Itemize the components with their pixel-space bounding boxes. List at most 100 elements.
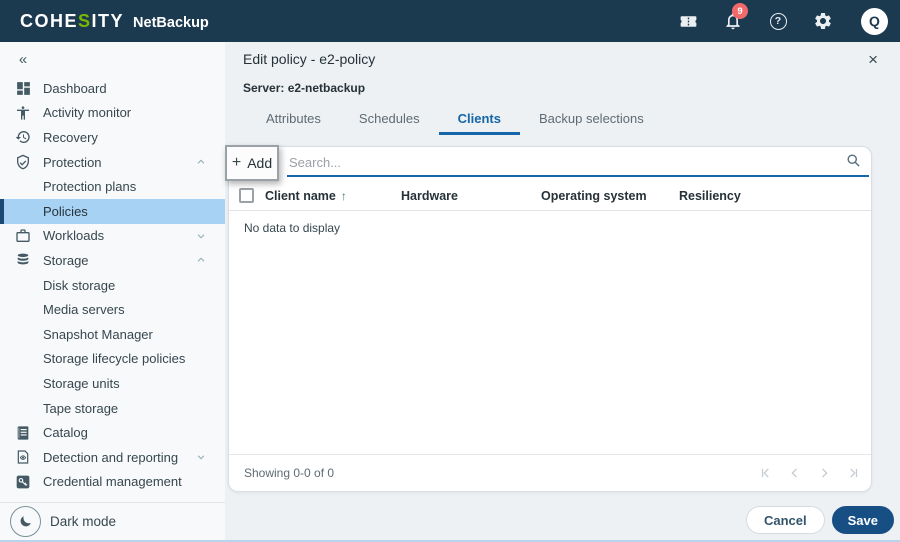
- activity-monitor-icon: [14, 104, 32, 122]
- sidebar-item-label: Snapshot Manager: [43, 326, 153, 342]
- column-operating-system[interactable]: Operating system: [541, 189, 679, 203]
- sidebar-item-snapshot-manager[interactable]: Snapshot Manager: [0, 322, 225, 347]
- license-ticket-icon[interactable]: [677, 10, 699, 32]
- search-input[interactable]: [287, 150, 869, 177]
- row-count-label: Showing 0-0 of 0: [244, 466, 335, 480]
- brand-green-s: S: [78, 10, 92, 31]
- select-all-cell: [229, 188, 265, 203]
- sidebar-item-label: Storage: [43, 252, 89, 268]
- tab-attributes[interactable]: Attributes: [247, 104, 340, 135]
- sidebar-item-label: Workloads: [43, 228, 105, 244]
- sidebar-item-label: Detection and reporting: [43, 449, 179, 465]
- pagination-controls: [758, 465, 861, 481]
- protection-shield-icon: [14, 153, 32, 171]
- sidebar-item-tape-storage[interactable]: Tape storage: [0, 396, 225, 421]
- sidebar-item-protection-plans[interactable]: Protection plans: [0, 174, 225, 199]
- sidebar-item-label: Credential management: [43, 474, 182, 490]
- user-avatar[interactable]: Q: [861, 7, 888, 35]
- top-bar: COHESITY NetBackup 9 ? Q: [0, 0, 900, 42]
- page-title: Edit policy - e2-policy: [243, 51, 376, 67]
- column-hardware[interactable]: Hardware: [401, 189, 541, 203]
- sidebar-item-label: Media servers: [43, 302, 125, 318]
- sidebar-item-workloads[interactable]: Workloads: [0, 224, 225, 249]
- moon-icon: [10, 506, 41, 537]
- sidebar-item-disk-storage[interactable]: Disk storage: [0, 273, 225, 298]
- panel-actions: Cancel Save: [745, 506, 894, 534]
- help-question-mark: ?: [769, 12, 787, 30]
- sidebar-item-storage-units[interactable]: Storage units: [0, 371, 225, 396]
- help-icon[interactable]: ?: [767, 10, 789, 32]
- notifications-bell-icon[interactable]: 9: [722, 3, 748, 32]
- sidebar-item-catalog[interactable]: Catalog: [0, 420, 225, 445]
- last-page-icon[interactable]: [845, 465, 861, 481]
- sort-ascending-icon: ↑: [340, 188, 347, 203]
- close-icon[interactable]: ×: [864, 51, 882, 69]
- sidebar-item-media-servers[interactable]: Media servers: [0, 297, 225, 322]
- tab-backup-selections[interactable]: Backup selections: [520, 104, 663, 135]
- dark-mode-toggle[interactable]: Dark mode: [10, 506, 116, 537]
- add-button[interactable]: + Add: [225, 145, 279, 181]
- sidebar-item-recovery[interactable]: Recovery: [0, 125, 225, 150]
- panel-header: Edit policy - e2-policy ×: [243, 51, 882, 69]
- sidebar-collapse-icon[interactable]: «: [12, 48, 34, 70]
- plus-icon: +: [231, 154, 242, 171]
- brand-text: COHE: [20, 10, 79, 31]
- column-label: Client name: [265, 188, 336, 203]
- dashboard-icon: [14, 79, 32, 97]
- table-body-empty-area: [229, 235, 871, 454]
- sidebar-item-label: Protection plans: [43, 179, 137, 195]
- sidebar-item-storage[interactable]: Storage: [0, 248, 225, 273]
- settings-gear-icon[interactable]: [812, 10, 834, 32]
- sidebar-item-label: Tape storage: [43, 400, 119, 416]
- empty-table-message: No data to display: [244, 221, 341, 235]
- topbar-actions: 9 ? Q: [677, 3, 888, 35]
- table-header-row: Client name ↑ Hardware Operating system …: [229, 181, 871, 211]
- workloads-briefcase-icon: [14, 227, 32, 245]
- chevron-down-icon[interactable]: [196, 452, 206, 462]
- server-label: Server: e2-netbackup: [243, 81, 366, 95]
- sidebar-item-credential-management[interactable]: Credential management: [0, 470, 225, 495]
- sidebar-item-dashboard[interactable]: Dashboard: [0, 76, 225, 101]
- sidebar-item-label: Storage lifecycle policies: [43, 351, 186, 367]
- sidebar-item-storage-lifecycle-policies[interactable]: Storage lifecycle policies: [0, 347, 225, 372]
- select-all-checkbox[interactable]: [239, 188, 254, 203]
- edit-policy-panel: Edit policy - e2-policy × Server: e2-net…: [225, 42, 900, 542]
- product-name: NetBackup: [133, 14, 209, 31]
- brand-logo: COHESITY NetBackup: [20, 11, 209, 32]
- cancel-button[interactable]: Cancel: [745, 506, 825, 534]
- sidebar-item-protection[interactable]: Protection: [0, 150, 225, 175]
- tab-schedules[interactable]: Schedules: [340, 104, 439, 135]
- chevron-up-icon[interactable]: [196, 157, 206, 167]
- table-footer: Showing 0-0 of 0: [229, 454, 871, 491]
- table-toolbar: + Add: [225, 145, 871, 181]
- tab-bar: Attributes Schedules Clients Backup sele…: [247, 104, 663, 135]
- sidebar-footer-divider: [0, 502, 225, 503]
- first-page-icon[interactable]: [758, 465, 774, 481]
- chevron-down-icon[interactable]: [196, 231, 206, 241]
- previous-page-icon[interactable]: [787, 465, 803, 481]
- sidebar-item-detection-and-reporting[interactable]: Detection and reporting: [0, 445, 225, 470]
- sidebar-item-label: Policies: [43, 203, 88, 219]
- report-document-eye-icon: [14, 448, 32, 466]
- sidebar: « Dashboard Activity monitor Recovery Pr…: [0, 42, 225, 542]
- recovery-restore-icon: [14, 128, 32, 146]
- clients-table-card: + Add Client name ↑ Hardware: [225, 145, 872, 492]
- search-icon[interactable]: [846, 153, 861, 173]
- sidebar-item-activity-monitor[interactable]: Activity monitor: [0, 101, 225, 126]
- credential-key-icon: [14, 473, 32, 491]
- sidebar-item-policies[interactable]: Policies: [0, 198, 225, 224]
- tab-clients[interactable]: Clients: [438, 104, 520, 135]
- storage-database-icon: [14, 251, 32, 269]
- save-button[interactable]: Save: [831, 506, 894, 534]
- chevron-up-icon[interactable]: [196, 255, 206, 265]
- sidebar-item-label: Protection: [43, 154, 102, 170]
- brand-text-end: ITY: [91, 10, 125, 31]
- sidebar-item-label: Dashboard: [43, 80, 107, 96]
- column-resiliency[interactable]: Resiliency: [679, 189, 871, 203]
- add-button-label: Add: [247, 155, 273, 171]
- sidebar-item-label: Storage units: [43, 375, 120, 391]
- sidebar-item-label: Recovery: [43, 129, 98, 145]
- column-client-name[interactable]: Client name ↑: [265, 189, 401, 203]
- next-page-icon[interactable]: [816, 465, 832, 481]
- dark-mode-label: Dark mode: [50, 514, 117, 529]
